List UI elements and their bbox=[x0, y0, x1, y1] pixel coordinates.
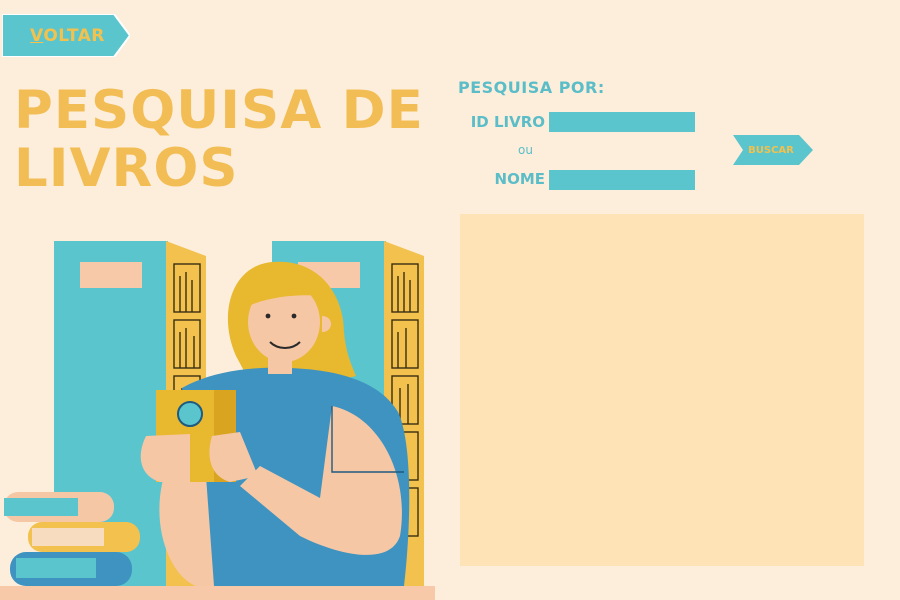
name-label: NOME bbox=[494, 170, 545, 188]
book-id-input[interactable] bbox=[549, 112, 695, 132]
back-button-label: VOLTAR bbox=[30, 25, 105, 46]
results-panel bbox=[460, 214, 864, 566]
back-button[interactable]: VOLTAR bbox=[2, 14, 130, 57]
page-title-line-1: PESQUISA DE bbox=[14, 80, 424, 141]
search-heading: PESQUISA POR: bbox=[458, 78, 605, 97]
search-button[interactable]: BUSCAR bbox=[733, 135, 813, 165]
page-title-line-2: LIVROS bbox=[14, 138, 239, 199]
page-title: PESQUISA DE LIVROS bbox=[14, 80, 424, 199]
search-button-label: BUSCAR bbox=[748, 144, 794, 156]
book-name-input[interactable] bbox=[549, 170, 695, 190]
library-illustration bbox=[0, 241, 435, 600]
id-label: ID LIVRO bbox=[470, 113, 545, 131]
floor-strip bbox=[0, 586, 435, 600]
or-label: ou bbox=[518, 143, 533, 157]
